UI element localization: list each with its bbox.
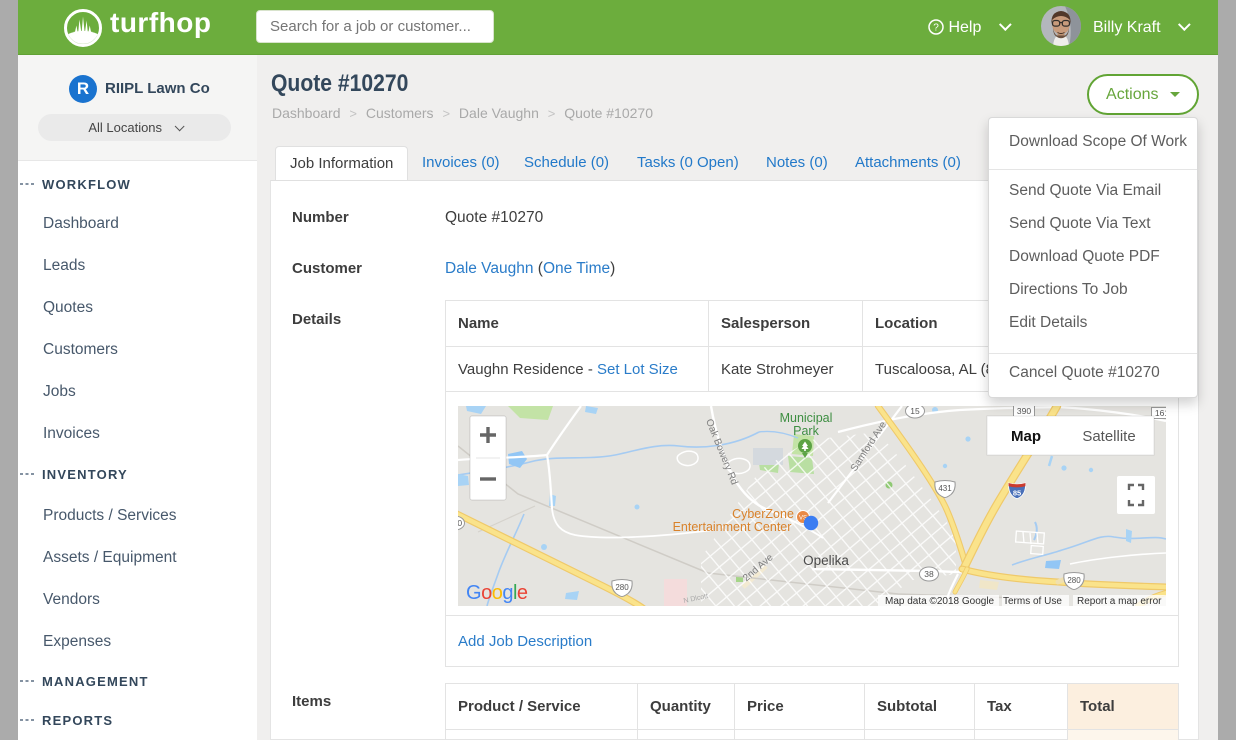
svg-text:Opelika: Opelika xyxy=(803,553,849,568)
svg-text:Report a map error: Report a map error xyxy=(1077,596,1162,606)
svg-text:431: 431 xyxy=(938,484,952,493)
svg-text:161: 161 xyxy=(1155,408,1166,418)
svg-text:15: 15 xyxy=(910,406,920,416)
svg-text:280: 280 xyxy=(1067,576,1081,585)
svg-text:Google: Google xyxy=(466,582,528,604)
svg-text:390: 390 xyxy=(1017,406,1031,416)
svg-text:Park: Park xyxy=(793,424,819,438)
svg-text:Map: Map xyxy=(1011,428,1041,445)
svg-text:Entertainment Center: Entertainment Center xyxy=(673,520,792,534)
svg-text:Satellite: Satellite xyxy=(1082,428,1135,445)
svg-text:Map data ©2018 Google: Map data ©2018 Google xyxy=(885,596,995,606)
svg-text:Terms of Use: Terms of Use xyxy=(1003,596,1062,606)
svg-text:38: 38 xyxy=(924,569,934,579)
svg-text:85: 85 xyxy=(1013,489,1021,498)
svg-text:280: 280 xyxy=(615,583,629,592)
svg-text:?: ? xyxy=(933,23,939,34)
svg-text:Municipal: Municipal xyxy=(780,411,833,425)
svg-text:280: 280 xyxy=(458,518,462,528)
svg-text:CyberZone: CyberZone xyxy=(732,507,794,521)
